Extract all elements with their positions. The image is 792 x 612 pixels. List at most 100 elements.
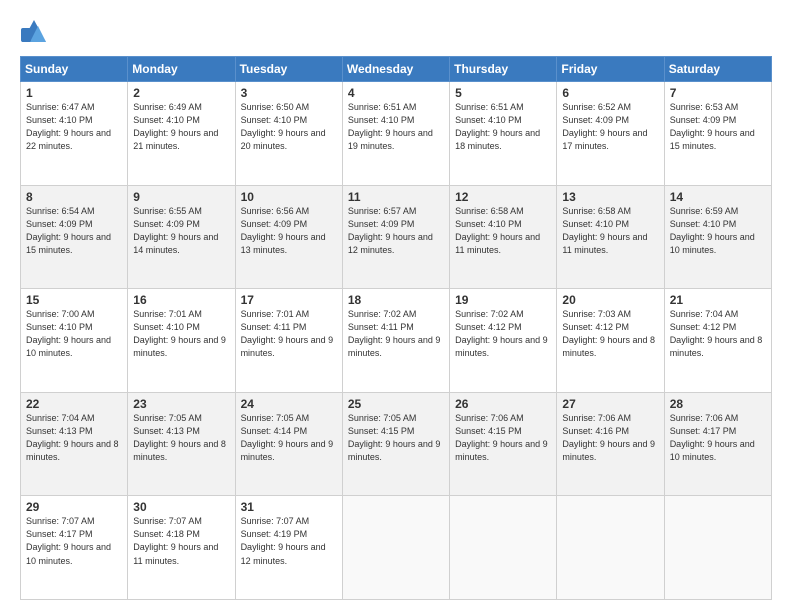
calendar-cell: 14 Sunrise: 6:59 AM Sunset: 4:10 PM Dayl… [664, 185, 771, 289]
day-detail: Sunrise: 6:55 AM Sunset: 4:09 PM Dayligh… [133, 205, 229, 257]
day-number: 25 [348, 397, 444, 411]
day-detail: Sunrise: 6:56 AM Sunset: 4:09 PM Dayligh… [241, 205, 337, 257]
day-detail: Sunrise: 7:04 AM Sunset: 4:13 PM Dayligh… [26, 412, 122, 464]
calendar-cell: 4 Sunrise: 6:51 AM Sunset: 4:10 PM Dayli… [342, 82, 449, 186]
day-detail: Sunrise: 7:05 AM Sunset: 4:14 PM Dayligh… [241, 412, 337, 464]
calendar-cell: 9 Sunrise: 6:55 AM Sunset: 4:09 PM Dayli… [128, 185, 235, 289]
day-number: 22 [26, 397, 122, 411]
calendar-week-row: 1 Sunrise: 6:47 AM Sunset: 4:10 PM Dayli… [21, 82, 772, 186]
calendar-table: SundayMondayTuesdayWednesdayThursdayFrid… [20, 56, 772, 600]
day-number: 13 [562, 190, 658, 204]
col-header-tuesday: Tuesday [235, 57, 342, 82]
calendar-cell: 18 Sunrise: 7:02 AM Sunset: 4:11 PM Dayl… [342, 289, 449, 393]
day-detail: Sunrise: 7:02 AM Sunset: 4:12 PM Dayligh… [455, 308, 551, 360]
day-detail: Sunrise: 7:06 AM Sunset: 4:15 PM Dayligh… [455, 412, 551, 464]
day-number: 27 [562, 397, 658, 411]
calendar-cell: 25 Sunrise: 7:05 AM Sunset: 4:15 PM Dayl… [342, 392, 449, 496]
day-detail: Sunrise: 6:52 AM Sunset: 4:09 PM Dayligh… [562, 101, 658, 153]
day-number: 15 [26, 293, 122, 307]
day-number: 6 [562, 86, 658, 100]
calendar-cell: 31 Sunrise: 7:07 AM Sunset: 4:19 PM Dayl… [235, 496, 342, 600]
day-detail: Sunrise: 7:07 AM Sunset: 4:17 PM Dayligh… [26, 515, 122, 567]
day-number: 24 [241, 397, 337, 411]
day-detail: Sunrise: 7:02 AM Sunset: 4:11 PM Dayligh… [348, 308, 444, 360]
calendar-cell: 26 Sunrise: 7:06 AM Sunset: 4:15 PM Dayl… [450, 392, 557, 496]
day-detail: Sunrise: 6:59 AM Sunset: 4:10 PM Dayligh… [670, 205, 766, 257]
day-number: 23 [133, 397, 229, 411]
day-detail: Sunrise: 6:54 AM Sunset: 4:09 PM Dayligh… [26, 205, 122, 257]
calendar-cell: 30 Sunrise: 7:07 AM Sunset: 4:18 PM Dayl… [128, 496, 235, 600]
calendar-cell: 27 Sunrise: 7:06 AM Sunset: 4:16 PM Dayl… [557, 392, 664, 496]
calendar-cell [664, 496, 771, 600]
day-number: 8 [26, 190, 122, 204]
calendar-cell: 1 Sunrise: 6:47 AM Sunset: 4:10 PM Dayli… [21, 82, 128, 186]
calendar-header-row: SundayMondayTuesdayWednesdayThursdayFrid… [21, 57, 772, 82]
calendar-cell: 19 Sunrise: 7:02 AM Sunset: 4:12 PM Dayl… [450, 289, 557, 393]
calendar-cell: 8 Sunrise: 6:54 AM Sunset: 4:09 PM Dayli… [21, 185, 128, 289]
day-number: 2 [133, 86, 229, 100]
calendar-cell [342, 496, 449, 600]
day-number: 20 [562, 293, 658, 307]
calendar-cell: 5 Sunrise: 6:51 AM Sunset: 4:10 PM Dayli… [450, 82, 557, 186]
calendar-week-row: 8 Sunrise: 6:54 AM Sunset: 4:09 PM Dayli… [21, 185, 772, 289]
day-number: 9 [133, 190, 229, 204]
day-detail: Sunrise: 6:51 AM Sunset: 4:10 PM Dayligh… [348, 101, 444, 153]
calendar-cell: 13 Sunrise: 6:58 AM Sunset: 4:10 PM Dayl… [557, 185, 664, 289]
day-number: 5 [455, 86, 551, 100]
calendar-cell: 11 Sunrise: 6:57 AM Sunset: 4:09 PM Dayl… [342, 185, 449, 289]
day-number: 19 [455, 293, 551, 307]
day-number: 30 [133, 500, 229, 514]
col-header-wednesday: Wednesday [342, 57, 449, 82]
calendar-week-row: 22 Sunrise: 7:04 AM Sunset: 4:13 PM Dayl… [21, 392, 772, 496]
day-detail: Sunrise: 7:04 AM Sunset: 4:12 PM Dayligh… [670, 308, 766, 360]
day-number: 29 [26, 500, 122, 514]
calendar-cell: 29 Sunrise: 7:07 AM Sunset: 4:17 PM Dayl… [21, 496, 128, 600]
day-number: 14 [670, 190, 766, 204]
calendar-cell: 24 Sunrise: 7:05 AM Sunset: 4:14 PM Dayl… [235, 392, 342, 496]
calendar-cell: 23 Sunrise: 7:05 AM Sunset: 4:13 PM Dayl… [128, 392, 235, 496]
day-detail: Sunrise: 6:58 AM Sunset: 4:10 PM Dayligh… [455, 205, 551, 257]
day-detail: Sunrise: 7:01 AM Sunset: 4:11 PM Dayligh… [241, 308, 337, 360]
calendar-cell: 6 Sunrise: 6:52 AM Sunset: 4:09 PM Dayli… [557, 82, 664, 186]
day-detail: Sunrise: 7:03 AM Sunset: 4:12 PM Dayligh… [562, 308, 658, 360]
calendar-cell: 20 Sunrise: 7:03 AM Sunset: 4:12 PM Dayl… [557, 289, 664, 393]
day-number: 1 [26, 86, 122, 100]
day-number: 3 [241, 86, 337, 100]
day-number: 26 [455, 397, 551, 411]
day-detail: Sunrise: 6:58 AM Sunset: 4:10 PM Dayligh… [562, 205, 658, 257]
col-header-monday: Monday [128, 57, 235, 82]
day-detail: Sunrise: 7:00 AM Sunset: 4:10 PM Dayligh… [26, 308, 122, 360]
day-number: 4 [348, 86, 444, 100]
calendar-cell: 17 Sunrise: 7:01 AM Sunset: 4:11 PM Dayl… [235, 289, 342, 393]
day-number: 28 [670, 397, 766, 411]
day-number: 10 [241, 190, 337, 204]
calendar-cell: 7 Sunrise: 6:53 AM Sunset: 4:09 PM Dayli… [664, 82, 771, 186]
day-number: 12 [455, 190, 551, 204]
day-detail: Sunrise: 6:53 AM Sunset: 4:09 PM Dayligh… [670, 101, 766, 153]
calendar-cell: 22 Sunrise: 7:04 AM Sunset: 4:13 PM Dayl… [21, 392, 128, 496]
calendar-cell: 2 Sunrise: 6:49 AM Sunset: 4:10 PM Dayli… [128, 82, 235, 186]
day-number: 7 [670, 86, 766, 100]
calendar-week-row: 15 Sunrise: 7:00 AM Sunset: 4:10 PM Dayl… [21, 289, 772, 393]
header [20, 18, 772, 46]
day-detail: Sunrise: 7:06 AM Sunset: 4:16 PM Dayligh… [562, 412, 658, 464]
day-number: 31 [241, 500, 337, 514]
calendar-cell: 21 Sunrise: 7:04 AM Sunset: 4:12 PM Dayl… [664, 289, 771, 393]
day-detail: Sunrise: 7:05 AM Sunset: 4:13 PM Dayligh… [133, 412, 229, 464]
calendar-cell: 16 Sunrise: 7:01 AM Sunset: 4:10 PM Dayl… [128, 289, 235, 393]
day-detail: Sunrise: 6:50 AM Sunset: 4:10 PM Dayligh… [241, 101, 337, 153]
day-number: 16 [133, 293, 229, 307]
day-detail: Sunrise: 7:06 AM Sunset: 4:17 PM Dayligh… [670, 412, 766, 464]
day-number: 21 [670, 293, 766, 307]
logo [20, 18, 52, 46]
calendar-week-row: 29 Sunrise: 7:07 AM Sunset: 4:17 PM Dayl… [21, 496, 772, 600]
col-header-thursday: Thursday [450, 57, 557, 82]
day-number: 17 [241, 293, 337, 307]
day-number: 11 [348, 190, 444, 204]
col-header-sunday: Sunday [21, 57, 128, 82]
calendar-cell: 15 Sunrise: 7:00 AM Sunset: 4:10 PM Dayl… [21, 289, 128, 393]
day-detail: Sunrise: 7:07 AM Sunset: 4:19 PM Dayligh… [241, 515, 337, 567]
day-detail: Sunrise: 7:05 AM Sunset: 4:15 PM Dayligh… [348, 412, 444, 464]
day-detail: Sunrise: 6:47 AM Sunset: 4:10 PM Dayligh… [26, 101, 122, 153]
calendar-cell [557, 496, 664, 600]
